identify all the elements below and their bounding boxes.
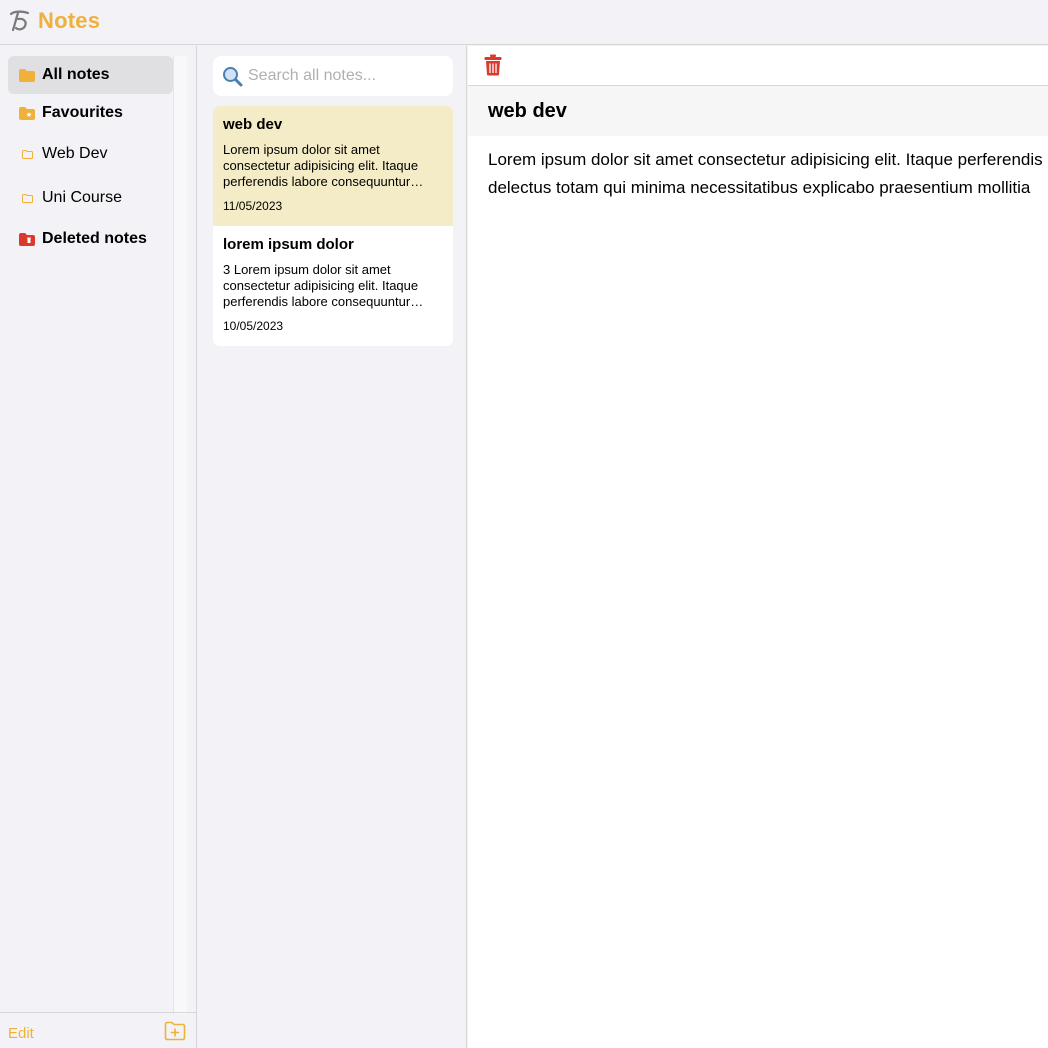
search-icon: [223, 66, 243, 86]
note-body-line: Lorem ipsum dolor sit amet consectetur a…: [488, 150, 1048, 169]
folder-outline-icon: [19, 191, 35, 205]
folder-trash-icon: [19, 232, 35, 246]
note-preview: Lorem ipsum dolor sit amet consectetur a…: [223, 142, 419, 189]
note-item[interactable]: web dev Lorem ipsum dolor sit amet conse…: [213, 106, 453, 226]
sidebar-item-label: Favourites: [42, 104, 123, 121]
search-input[interactable]: [248, 67, 448, 85]
sidebar-item-uni-course[interactable]: Uni Course: [8, 176, 173, 220]
editor-title-bar[interactable]: web dev: [468, 86, 1048, 136]
folder-icon: [19, 68, 35, 82]
note-list: web dev Lorem ipsum dolor sit amet conse…: [213, 106, 453, 346]
note-title: web dev: [223, 116, 283, 133]
sidebar-item-all-notes[interactable]: All notes: [8, 56, 173, 94]
folder-plus-icon[interactable]: [164, 1021, 186, 1041]
note-body-field[interactable]: Lorem ipsum dolor sit amet consectetur a…: [488, 146, 1048, 202]
note-body-line: delectus totam qui minima necessitatibus…: [488, 178, 1031, 197]
edit-button[interactable]: Edit: [8, 1025, 34, 1042]
editor-toolbar: [468, 46, 1048, 86]
note-item[interactable]: lorem ipsum dolor 3 Lorem ipsum dolor si…: [213, 226, 453, 346]
sidebar-item-deleted-notes[interactable]: Deleted notes: [8, 220, 173, 258]
search-box[interactable]: [213, 56, 453, 96]
top-bar: Notes: [0, 0, 1048, 45]
sidebar-item-label: Web Dev: [42, 145, 108, 162]
sidebar: All notes Favourites Web Dev Uni Course …: [0, 46, 197, 1048]
trash-icon[interactable]: [484, 54, 502, 76]
folder-nav: All notes Favourites Web Dev Uni Course …: [8, 56, 173, 258]
sidebar-footer: Edit: [0, 1012, 197, 1048]
app-logo-icon: [9, 10, 30, 32]
folder-star-icon: [19, 106, 35, 120]
note-title-field[interactable]: web dev: [488, 100, 567, 123]
note-editor: web dev Lorem ipsum dolor sit amet conse…: [468, 46, 1048, 1048]
sidebar-scrollbar[interactable]: [173, 56, 187, 1014]
folder-outline-icon: [19, 147, 35, 161]
sidebar-item-label: Deleted notes: [42, 230, 147, 247]
note-list-pane: web dev Lorem ipsum dolor sit amet conse…: [198, 46, 467, 1048]
note-date: 11/05/2023: [223, 199, 283, 213]
note-title: lorem ipsum dolor: [223, 236, 354, 253]
note-date: 10/05/2023: [223, 319, 284, 333]
sidebar-item-label: All notes: [42, 66, 110, 83]
app-title: Notes: [38, 8, 101, 33]
sidebar-item-label: Uni Course: [42, 189, 123, 206]
sidebar-item-web-dev[interactable]: Web Dev: [8, 132, 173, 176]
sidebar-item-favourites[interactable]: Favourites: [8, 94, 173, 132]
note-preview: 3 Lorem ipsum dolor sit amet consectetur…: [223, 262, 419, 309]
